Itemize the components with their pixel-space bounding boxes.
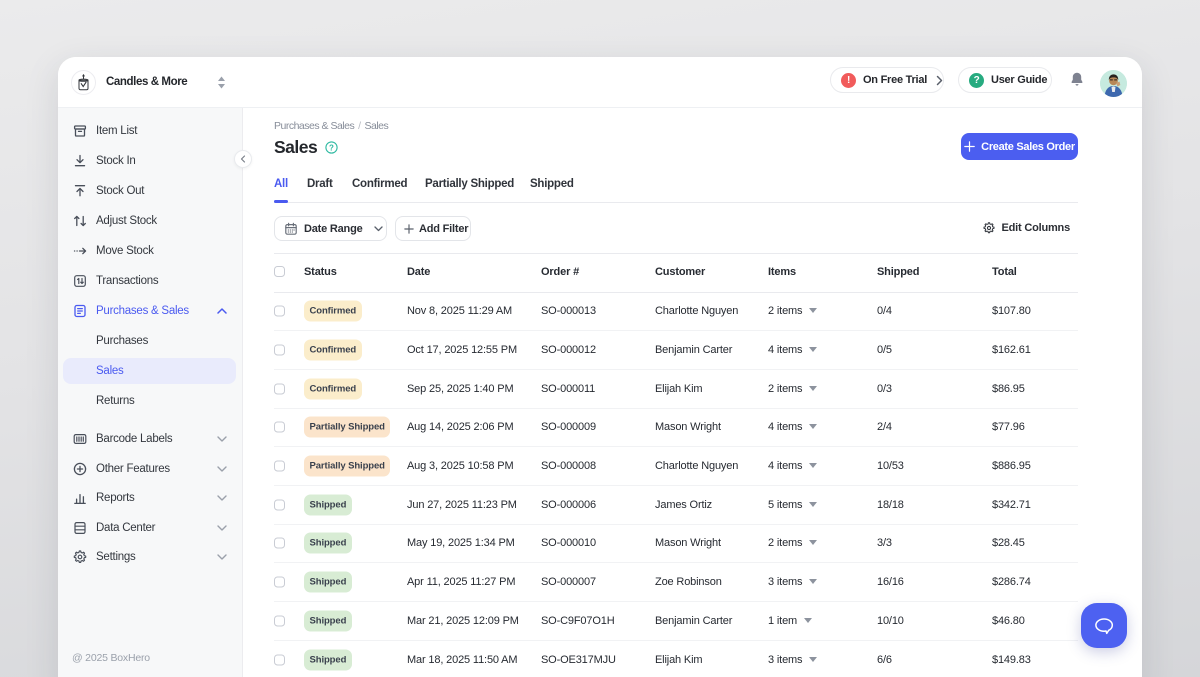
svg-text:?: ? [329, 143, 334, 152]
